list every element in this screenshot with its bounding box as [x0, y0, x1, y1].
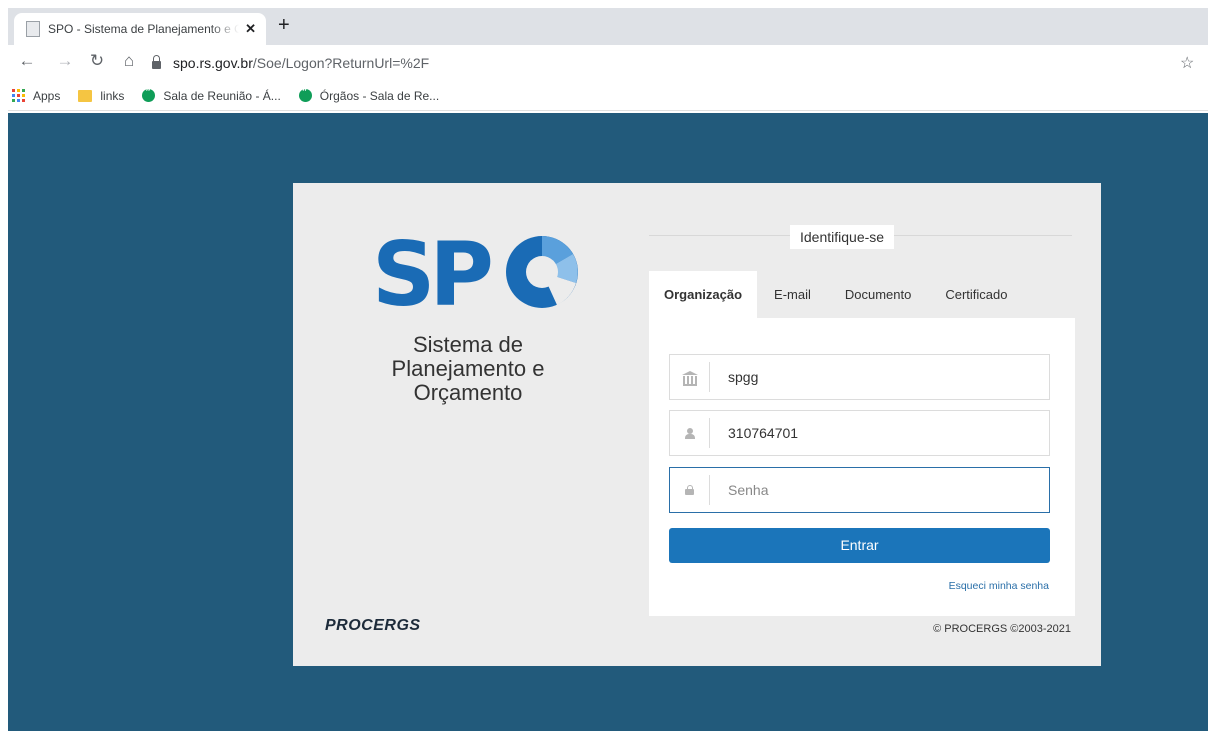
lock-icon	[685, 485, 694, 495]
hangouts-icon	[298, 87, 312, 102]
tab-email[interactable]: E-mail	[757, 271, 828, 318]
field-icon-slot	[670, 475, 710, 505]
bookmark-links-folder[interactable]: links	[78, 89, 124, 103]
login-heading: Identifique-se	[790, 225, 895, 249]
forgot-password-link[interactable]: Esqueci minha senha	[949, 580, 1049, 592]
login-card: SP Sistema de Planejamento e Orçamento Ide…	[293, 183, 1101, 666]
browser-tab[interactable]: SPO - Sistema de Planejamento e Orçament…	[14, 13, 266, 45]
bookmark-sala-reuniao[interactable]: Sala de Reunião - Á...	[142, 87, 281, 103]
apps-icon	[12, 89, 25, 102]
field-icon-slot	[670, 418, 710, 448]
system-name: Sistema de Planejamento e Orçamento	[391, 332, 545, 405]
tab-certificado[interactable]: Certificado	[928, 271, 1024, 318]
logo-letters: SP	[372, 231, 490, 313]
spo-logo-graphic: SP	[372, 223, 578, 326]
tab-organizacao[interactable]: Organização	[649, 271, 758, 318]
copyright-text: © PROCERGS ©2003-2021	[933, 623, 1071, 635]
folder-icon	[78, 89, 93, 102]
browser-tab-title: SPO - Sistema de Planejamento e Orçament…	[48, 22, 240, 36]
browser-toolbar: ← → ↻ ⌂ spo.rs.gov.br/Soe/Logon?ReturnUr…	[8, 45, 1208, 81]
close-tab-icon[interactable]: ✕	[245, 21, 256, 37]
user-field[interactable]: 310764701	[669, 410, 1050, 456]
url-path: /Soe/Logon?ReturnUrl=%2F	[252, 55, 430, 71]
bookmark-star-icon[interactable]: ☆	[1180, 53, 1194, 73]
url-host: spo.rs.gov.br	[173, 55, 253, 71]
user-input[interactable]: 310764701	[710, 425, 798, 441]
bookmark-label: links	[100, 88, 125, 103]
new-tab-button[interactable]: +	[278, 14, 290, 37]
page-background: SP Sistema de Planejamento e Orçamento Ide…	[8, 113, 1208, 731]
entrar-button[interactable]: Entrar	[669, 528, 1050, 563]
bookmark-label: Órgãos - Sala de Re...	[319, 88, 440, 103]
spo-logo: SP	[372, 223, 582, 326]
organization-field[interactable]: spgg	[669, 354, 1050, 400]
secure-lock-icon[interactable]	[152, 55, 161, 69]
home-icon[interactable]: ⌂	[118, 51, 140, 71]
procergs-logo: PROCERGS	[325, 617, 421, 634]
password-input[interactable]: Senha	[710, 482, 768, 498]
forward-arrow-icon[interactable]: →	[54, 51, 76, 71]
page-favicon-icon	[26, 21, 40, 37]
organization-input[interactable]: spgg	[710, 369, 758, 385]
url-text: spo.rs.gov.br/Soe/Logon?ReturnUrl=%2F	[173, 55, 429, 71]
tab-documento[interactable]: Documento	[828, 271, 928, 318]
reload-icon[interactable]: ↻	[86, 51, 108, 71]
field-icon-slot	[670, 362, 710, 392]
back-arrow-icon[interactable]: ←	[16, 51, 38, 71]
bookmark-label: Sala de Reunião - Á...	[163, 88, 281, 103]
bookmark-label: Apps	[33, 88, 61, 103]
login-method-tabs: Organização E-mail Documento Certificado	[649, 271, 1025, 318]
building-icon	[681, 370, 698, 386]
bookmark-apps[interactable]: Apps	[12, 89, 60, 103]
user-icon	[684, 427, 695, 439]
login-form-panel: spgg 310764701 Senha Entrar Esqueci minh…	[649, 318, 1075, 616]
password-field[interactable]: Senha	[669, 467, 1050, 513]
bookmarks-bar: Apps links Sala de Reunião - Á... Órgãos…	[8, 81, 1208, 111]
browser-tab-strip: SPO - Sistema de Planejamento e Orçament…	[8, 8, 1208, 45]
address-bar[interactable]: spo.rs.gov.br/Soe/Logon?ReturnUrl=%2F	[152, 50, 1182, 76]
bookmark-orgaos-sala[interactable]: Órgãos - Sala de Re...	[298, 87, 440, 103]
hangouts-icon	[142, 87, 156, 102]
